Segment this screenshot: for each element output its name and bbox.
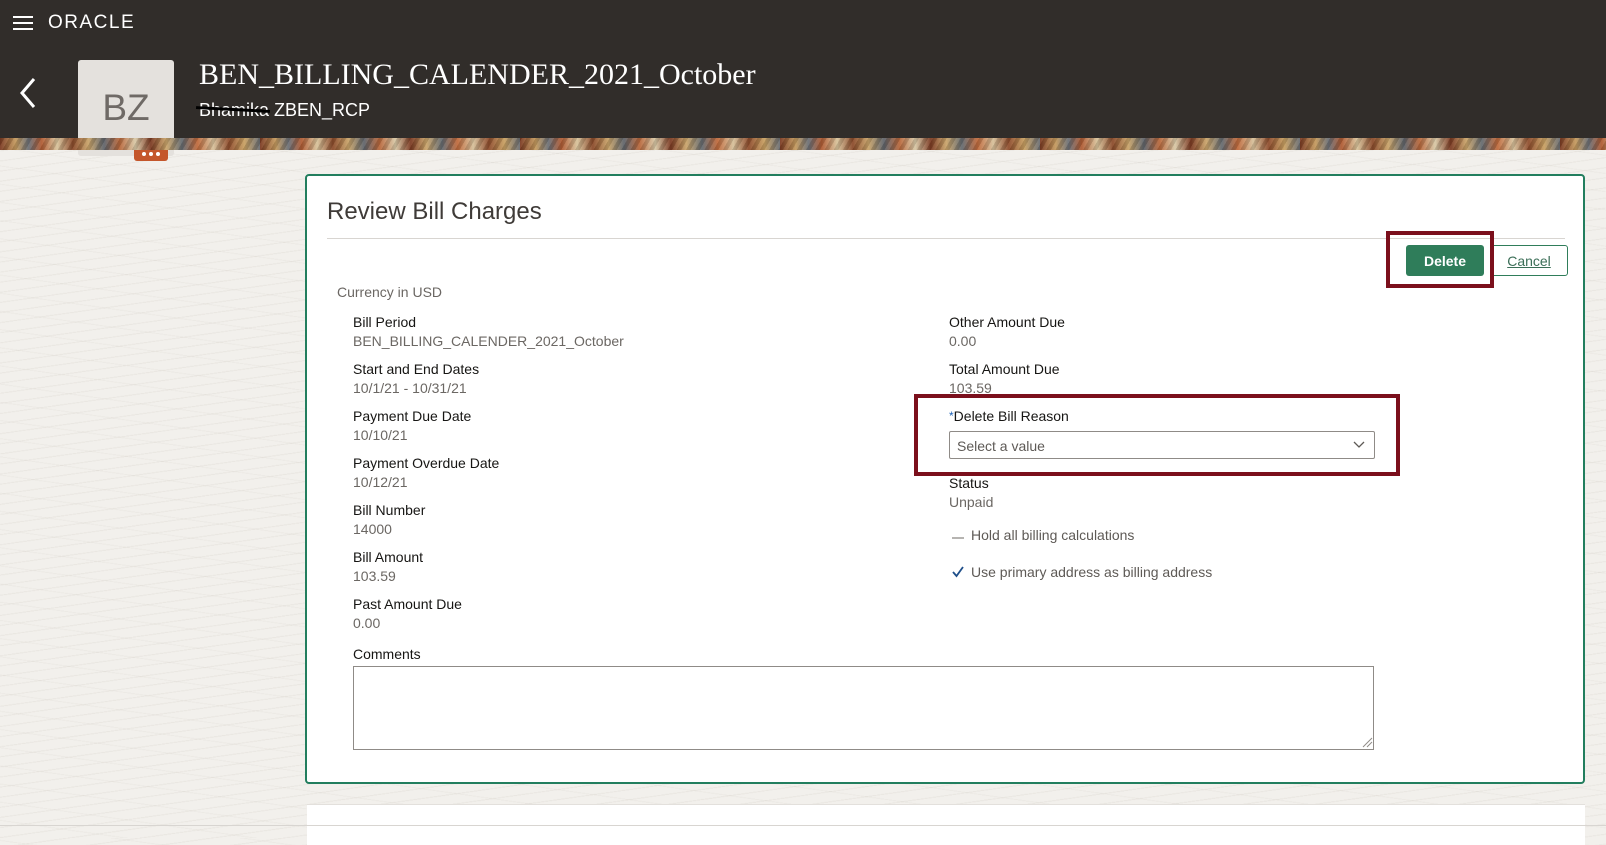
cancel-button[interactable]: Cancel <box>1490 245 1568 276</box>
field-value: 0.00 <box>353 615 381 631</box>
field-value: 14000 <box>353 521 392 537</box>
field-value: 10/10/21 <box>353 427 408 443</box>
field-total-amount-due: Total Amount Due 103.59 <box>949 360 1060 397</box>
decorative-banner-stripe <box>0 138 1606 150</box>
field-other-amount-due: Other Amount Due 0.00 <box>949 313 1065 350</box>
unchecked-dash-icon[interactable] <box>951 528 965 542</box>
primary-address-checkbox-row[interactable]: Use primary address as billing address <box>951 562 1212 582</box>
field-label: Start and End Dates <box>353 361 480 377</box>
hamburger-menu-icon[interactable] <box>13 15 33 31</box>
field-value: 103.59 <box>949 380 992 396</box>
back-chevron-icon[interactable] <box>16 75 42 111</box>
field-label: Payment Due Date <box>353 408 472 424</box>
field-bill-number: Bill Number 14000 <box>353 501 425 538</box>
field-payment-due-date: Payment Due Date 10/10/21 <box>353 407 471 444</box>
field-label: Total Amount Due <box>949 361 1060 377</box>
field-label: Bill Number <box>353 502 426 518</box>
field-bill-period: Bill Period BEN_BILLING_CALENDER_2021_Oc… <box>353 313 624 350</box>
checkmark-icon[interactable] <box>951 565 965 579</box>
delete-reason-select[interactable]: Select a value <box>949 431 1375 459</box>
field-label: Past Amount Due <box>353 596 462 612</box>
avatar-initials: BZ <box>102 87 150 128</box>
currency-note: Currency in USD <box>337 284 443 300</box>
select-placeholder: Select a value <box>957 438 1045 454</box>
field-past-amount-due: Past Amount Due 0.00 <box>353 595 462 632</box>
field-value: BEN_BILLING_CALENDER_2021_October <box>353 333 624 349</box>
field-value: 103.59 <box>353 568 396 584</box>
card-title: Review Bill Charges <box>327 198 542 225</box>
field-label: Status <box>949 475 989 491</box>
checkbox-label: Use primary address as billing address <box>971 564 1213 580</box>
delete-button[interactable]: Delete <box>1406 245 1484 276</box>
app-header: ORACLE BZ BEN_BILLING_CALENDER_2021_Octo… <box>0 0 1606 156</box>
field-label: Bill Period <box>353 314 417 330</box>
field-start-end-dates: Start and End Dates 10/1/21 - 10/31/21 <box>353 360 479 397</box>
field-status: Status Unpaid <box>949 474 993 511</box>
chevron-down-icon <box>1353 441 1365 448</box>
page-title: BEN_BILLING_CALENDER_2021_October <box>199 58 756 91</box>
field-payment-overdue-date: Payment Overdue Date 10/12/21 <box>353 454 499 491</box>
field-label: Payment Overdue Date <box>353 455 500 471</box>
field-value: 10/12/21 <box>353 474 408 490</box>
field-bill-amount: Bill Amount 103.59 <box>353 548 423 585</box>
delete-reason-label-row: *Delete Bill Reason <box>949 407 1069 425</box>
field-label: Other Amount Due <box>949 314 1065 330</box>
field-delete-bill-reason: *Delete Bill Reason <box>949 407 1069 425</box>
bottom-divider <box>0 825 1606 826</box>
delete-reason-label: Delete Bill Reason <box>953 408 1069 424</box>
field-value: 10/1/21 - 10/31/21 <box>353 380 467 396</box>
title-divider <box>327 238 1565 239</box>
field-value: 0.00 <box>949 333 977 349</box>
hold-billing-checkbox-row[interactable]: Hold all billing calculations <box>951 525 1134 545</box>
comments-label: Comments <box>353 646 421 662</box>
field-label: Bill Amount <box>353 549 424 565</box>
oracle-logo: ORACLE <box>48 12 136 33</box>
checkbox-label: Hold all billing calculations <box>971 527 1135 543</box>
comments-textarea[interactable] <box>353 666 1374 750</box>
review-bill-charges-card: Review Bill Charges Delete Cancel Curren… <box>305 174 1585 784</box>
field-value: Unpaid <box>949 494 994 510</box>
